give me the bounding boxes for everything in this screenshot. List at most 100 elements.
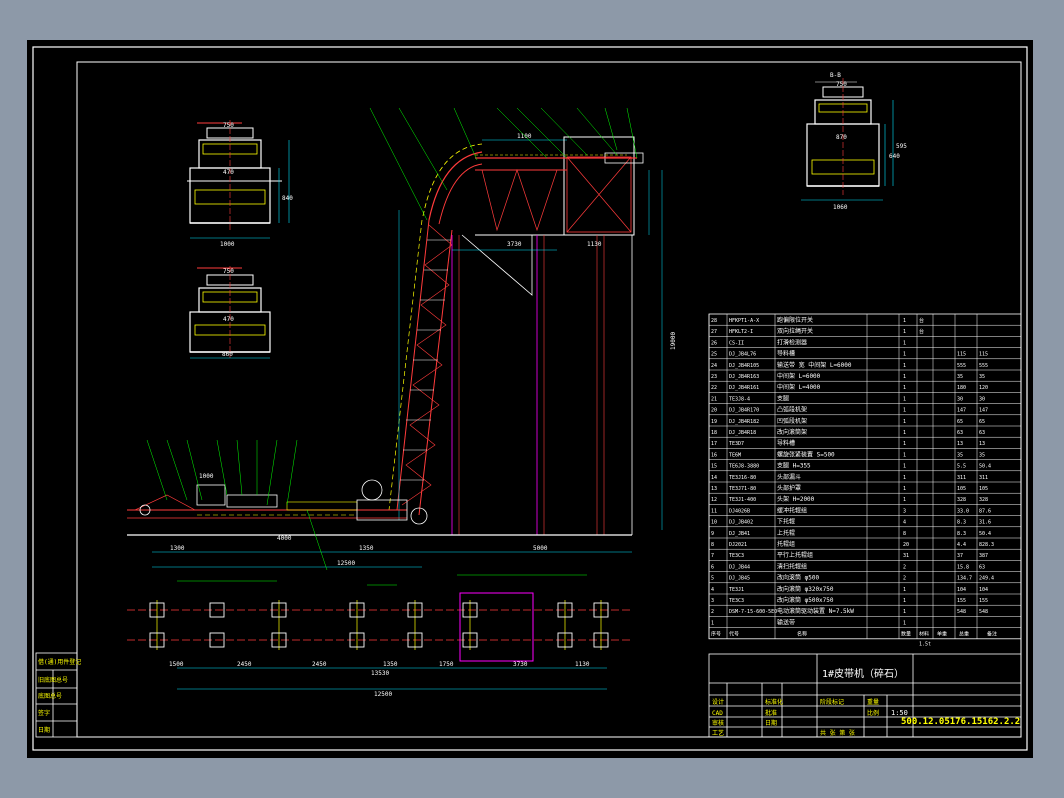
parts-cell-code: DJ_JB4R163 — [729, 374, 759, 380]
tl-dim-1000: 1000 — [220, 241, 235, 248]
dim-3730: 3730 — [507, 241, 522, 248]
parts-cell-code: HFKPT1-A-X — [729, 318, 759, 324]
parts-cell-qty: 1 — [903, 363, 906, 369]
section-view-mid-left: 750 470 860 — [189, 266, 271, 359]
parts-cell-no: 3 — [711, 598, 714, 604]
tb-sheet: 共 张 第 张 — [820, 729, 855, 737]
parts-cell-w1: 13 — [957, 441, 963, 447]
parts-cell-w2: 63 — [979, 564, 985, 570]
parts-cell-qty: 1 — [903, 609, 906, 615]
tb-left-2: 审核 — [712, 719, 724, 727]
parts-header-cell: 代号 — [729, 631, 739, 638]
parts-cell-name: 缓冲托辊组 — [777, 506, 807, 514]
parts-cell-qty: 1 — [903, 408, 906, 414]
parts-cell-w2: 65 — [979, 419, 985, 425]
parts-cell-code: DSM-7-15-600-5EO — [729, 609, 777, 615]
parts-cell-no: 24 — [711, 363, 717, 369]
parts-cell-w2: 548 — [979, 609, 988, 615]
parts-cell-w1: 37 — [957, 553, 963, 559]
parts-cell-w1: 8.3 — [957, 531, 966, 537]
parts-cell-w1: 15.8 — [957, 564, 969, 570]
parts-cell-no: 22 — [711, 385, 717, 391]
parts-cell-w1: 33.0 — [957, 508, 969, 514]
parts-cell-code: TE3J1 — [729, 587, 744, 593]
tb-left-1: CAD — [712, 710, 723, 717]
parts-cell-w1: 35 — [957, 374, 963, 380]
parts-cell-w2: 120 — [979, 385, 988, 391]
parts-cell-code: TE3J71-80 — [729, 486, 756, 492]
parts-cell-name: 头架 H=2000 — [777, 495, 815, 503]
section-view-right: B-B 750 870 1060 640 595 — [801, 72, 907, 211]
parts-cell-name: 支腿 H=355 — [777, 462, 811, 470]
parts-cell-unit: 台 — [919, 317, 924, 324]
tb-mid-1: 批准 — [765, 709, 777, 717]
parts-cell-code: DJ_JB4L76 — [729, 352, 756, 358]
parts-cell-no: 17 — [711, 441, 717, 447]
parts-cell-code: TE3J1-400 — [729, 497, 756, 503]
parts-cell-qty: 3 — [903, 508, 906, 514]
drawing-title: 1#皮带机（碎石） — [822, 667, 904, 680]
parts-cell-w1: 105 — [957, 486, 966, 492]
parts-cell-name: 跑偏限位开关 — [777, 316, 813, 324]
parts-cell-no: 25 — [711, 352, 717, 358]
ml-dim-470: 470 — [223, 316, 234, 323]
left-stamp-labels: 借(通)用件登记 旧底图总号 底图总号 签字 日期 — [38, 658, 81, 734]
parts-cell-code: TE3C3 — [729, 598, 744, 604]
parts-cell-name: 导料槽 — [777, 439, 795, 447]
parts-cell-code: DJ_JB4R105 — [729, 363, 759, 369]
parts-cell-qty: 20 — [903, 542, 909, 548]
parts-cell-code: CS-II — [729, 340, 744, 346]
parts-cell-qty: 1 — [903, 430, 906, 436]
parts-cell-name: 改向滚筒 φ320x750 — [777, 585, 834, 593]
parts-cell-w2: 50.4 — [979, 464, 991, 470]
parts-cell-qty: 1 — [903, 374, 906, 380]
parts-cell-w2: 104 — [979, 587, 988, 593]
parts-cell-code: DJ_JB45 — [729, 576, 750, 582]
parts-cell-w2: 63 — [979, 430, 985, 436]
parts-cell-no: 16 — [711, 452, 717, 458]
parts-cell-no: 28 — [711, 318, 717, 324]
parts-cell-code: DJ_JB44 — [729, 564, 750, 570]
cad-drawing-sheet[interactable]: 借(通)用件登记 旧底图总号 底图总号 签字 日期 750 470 1000 8… — [27, 40, 1033, 758]
parts-cell-qty: 8 — [903, 531, 906, 537]
tb-mid-2: 日期 — [765, 719, 777, 727]
parts-cell-code: TE3J16-80 — [729, 475, 756, 481]
tb-left-0: 设计 — [712, 698, 724, 706]
parts-cell-no: 26 — [711, 340, 717, 346]
stamp-label-0: 借(通)用件登记 — [38, 658, 81, 666]
parts-cell-qty: 1 — [903, 620, 906, 626]
dim-19000: 19000 — [670, 332, 677, 350]
parts-cell-name: 输送带 — [777, 618, 795, 626]
parts-cell-w1: 155 — [957, 598, 966, 604]
parts-cell-name: 螺旋张紧装置 S=500 — [777, 450, 835, 458]
parts-cell-unit: 台 — [919, 328, 924, 335]
plan-dim-13530: 13530 — [371, 670, 389, 677]
parts-cell-qty: 1 — [903, 598, 906, 604]
parts-header-cell: 材料 — [919, 631, 929, 638]
parts-cell-code: HFKLT2-I — [729, 329, 753, 335]
parts-cell-w2: 311 — [979, 475, 988, 481]
parts-header-cell: 备注 — [987, 631, 997, 638]
parts-cell-qty: 4 — [903, 520, 906, 526]
parts-cell-code: TE6J8-3880 — [729, 464, 759, 470]
parts-cell-no: 7 — [711, 553, 714, 559]
parts-cell-code: DJ4026B — [729, 508, 750, 514]
parts-cell-w2: 555 — [979, 363, 988, 369]
parts-cell-no: 10 — [711, 520, 717, 526]
parts-cell-code: TE3D7 — [729, 441, 744, 447]
r-dim-595: 595 — [896, 143, 907, 150]
ml-dim-860: 860 — [222, 351, 233, 358]
parts-cell-w1: 4.4 — [957, 542, 966, 548]
parts-table: 28 HFKPT1-A-X 跑偏限位开关 1 台27 HFKLT2-I 双向拉绳开关 1 台26… — [708, 313, 1022, 648]
parts-cell-no: 23 — [711, 374, 717, 380]
parts-cell-w1: 147 — [957, 408, 966, 414]
parts-cell-no: 14 — [711, 475, 717, 481]
parts-cell-name: 支腿 — [777, 394, 789, 402]
parts-cell-w1: 35 — [957, 452, 963, 458]
parts-cell-name: 平行上托辊组 — [777, 551, 813, 559]
parts-cell-qty: 1 — [903, 318, 906, 324]
plan-dim-12500: 12500 — [374, 691, 392, 698]
parts-cell-name: 中间架 L=4000 — [777, 383, 821, 391]
parts-cell-no: 19 — [711, 419, 717, 425]
dim-4000: 4000 — [277, 535, 292, 542]
